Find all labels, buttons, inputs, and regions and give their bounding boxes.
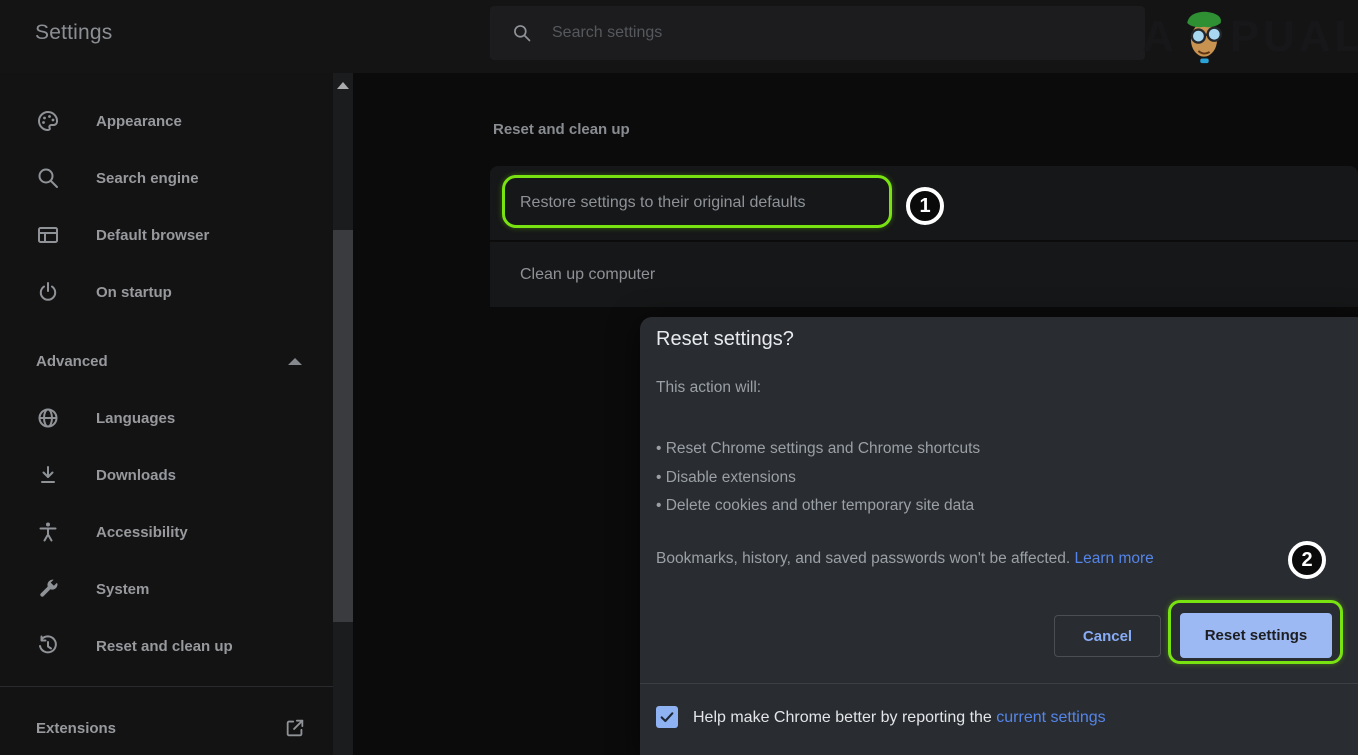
scrollbar-thumb[interactable] [333,230,353,622]
restore-icon [36,634,60,658]
sidebar-item-reset-and-clean-up[interactable]: Reset and clean up [0,626,333,666]
footer-sentence: Help make Chrome better by reporting the [693,709,997,726]
logo-text-pre: A [1142,12,1178,61]
scrollbar-up-arrow[interactable] [337,82,349,89]
clean-up-computer-label: Clean up computer [520,265,656,283]
browser-icon [36,223,60,247]
footer-text: Help make Chrome better by reporting the… [693,709,1106,727]
current-settings-link[interactable]: current settings [996,709,1105,726]
search-input[interactable] [552,24,1145,42]
sidebar-item-label: Downloads [96,466,177,484]
clean-up-computer-row[interactable]: Clean up computer [490,241,1358,307]
annotation-marker-2: 2 [1288,541,1326,579]
dialog-note: Bookmarks, history, and saved passwords … [656,550,1154,568]
bullet-item: • Disable extensions [656,468,796,486]
sidebar-divider [0,686,333,687]
restore-settings-label: Restore settings to their original defau… [520,194,806,211]
sidebar-item-appearance[interactable]: Appearance [0,101,333,141]
section-title: Reset and clean up [493,121,630,138]
search-box[interactable] [490,6,1145,60]
note-text: Bookmarks, history, and saved passwords … [656,550,1071,567]
logo-text-post: PUALS [1229,12,1358,61]
sidebar-item-downloads[interactable]: Downloads [0,455,333,495]
sidebar-item-accessibility[interactable]: Accessibility [0,512,333,552]
bullet-item: • Reset Chrome settings and Chrome short… [656,440,981,457]
bullet-item: • Delete cookies and other temporary sit… [656,497,975,514]
download-icon [36,463,60,487]
top-bar: Settings A PUALS [0,0,1358,73]
cancel-button[interactable]: Cancel [1054,615,1161,657]
sidebar-item-default-browser[interactable]: Default browser [0,215,333,255]
report-settings-checkbox[interactable] [656,706,678,728]
external-link-icon [286,719,304,737]
check-icon [660,712,674,723]
sidebar-item-search-engine[interactable]: Search engine [0,158,333,198]
palette-icon [36,109,60,133]
sidebar-item-label: Default browser [96,226,210,244]
sidebar-item-label: System [96,580,150,598]
sidebar-advanced-toggle[interactable]: Advanced [0,341,333,381]
settings-sidebar: Appearance Search engine Default browser [0,73,333,755]
reset-settings-dialog: Reset settings? This action will: • Rese… [640,317,1358,755]
annotation-marker-1: 1 [906,187,944,225]
globe-icon [36,406,60,430]
chevron-up-icon [288,358,302,365]
page-title: Settings [35,21,113,44]
sidebar-item-system[interactable]: System [0,569,333,609]
reset-settings-button[interactable]: Reset settings [1180,613,1332,658]
extensions-label: Extensions [36,719,117,737]
sidebar-item-extensions[interactable]: Extensions [0,708,333,748]
appuals-mascot-icon [1186,11,1222,64]
sidebar-item-label: Accessibility [96,523,188,541]
dialog-bullet-list: • Reset Chrome settings and Chrome short… [656,435,980,521]
learn-more-link[interactable]: Learn more [1075,550,1154,567]
sidebar-scrollbar[interactable] [333,73,353,755]
sidebar-item-label: Reset and clean up [96,637,233,655]
chrome-settings-page: Settings A PUALS [0,0,1358,755]
sidebar-item-on-startup[interactable]: On startup [0,272,333,312]
search-icon [514,25,531,42]
appuals-watermark-logo: A PUALS [1142,8,1358,66]
sidebar-item-label: Appearance [96,112,182,130]
sidebar-item-languages[interactable]: Languages [0,398,333,438]
advanced-label: Advanced [36,352,108,370]
dialog-title: Reset settings? [656,328,794,350]
wrench-icon [36,577,60,601]
accessibility-icon [36,520,60,544]
search-icon [36,166,60,190]
sidebar-item-label: On startup [96,283,172,301]
sidebar-item-label: Search engine [96,169,199,187]
dialog-footer: Help make Chrome better by reporting the… [640,684,1358,755]
sidebar-item-label: Languages [96,409,176,427]
dialog-intro: This action will: [656,379,762,396]
power-icon [36,280,60,304]
